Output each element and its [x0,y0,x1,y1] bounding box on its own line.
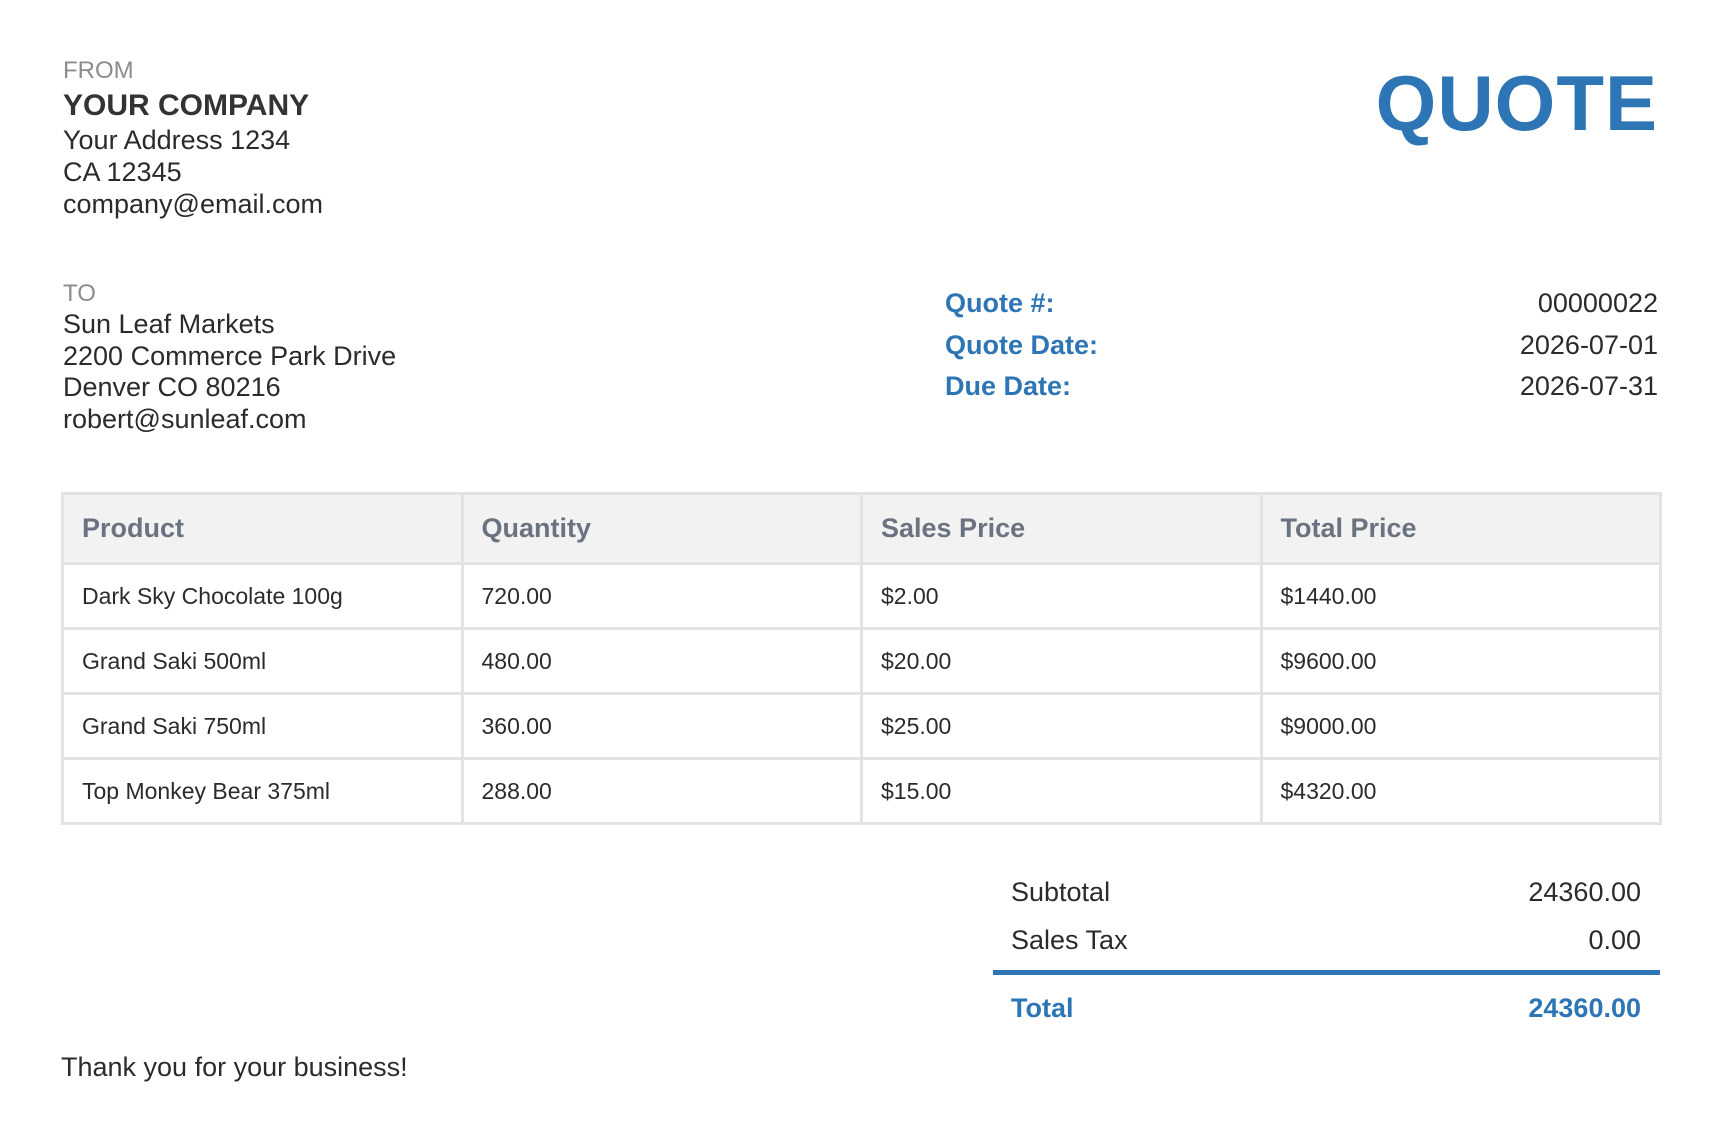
subtotal-row: Subtotal 24360.00 [993,868,1660,916]
totals-block: Subtotal 24360.00 Sales Tax 0.00 Total 2… [993,868,1660,1041]
total-label: Total [1011,992,1074,1023]
cell-quantity: 360.00 [460,692,863,760]
table-header-row: Product Quantity Sales Price Total Price [61,492,1662,565]
table-row: Dark Sky Chocolate 100g 720.00 $2.00 $14… [61,562,1662,630]
from-address-line2: CA 12345 [63,157,182,187]
line-items-table: Product Quantity Sales Price Total Price… [61,492,1662,825]
thank-you-note: Thank you for your business! [61,1052,408,1082]
table-row: Top Monkey Bear 375ml 288.00 $15.00 $432… [61,757,1662,825]
total-row: Total 24360.00 [993,975,1660,1041]
to-customer-name: Sun Leaf Markets [63,309,275,339]
from-address-line1: Your Address 1234 [63,125,291,155]
cell-total-price: $1440.00 [1259,562,1662,630]
subtotal-value: 24360.00 [1528,876,1641,907]
cell-sales-price: $25.00 [860,692,1263,760]
meta-row-quote-number: Quote #: 00000022 [945,283,1658,325]
cell-product: Grand Saki 500ml [61,627,464,695]
sales-tax-label: Sales Tax [1011,924,1128,955]
column-header-total-price: Total Price [1259,492,1662,565]
from-label: FROM [63,57,134,84]
to-address-line1: 2200 Commerce Park Drive [63,340,397,371]
meta-value: 2026-07-01 [1519,329,1658,360]
meta-value: 2026-07-31 [1519,371,1658,402]
to-label: TO [63,280,96,307]
table-row: Grand Saki 750ml 360.00 $25.00 $9000.00 [61,692,1662,760]
meta-label: Due Date: [945,371,1072,402]
from-email: company@email.com [63,189,323,219]
meta-row-due-date: Due Date: 2026-07-31 [945,366,1658,408]
meta-value: 00000022 [1537,288,1658,319]
cell-quantity: 288.00 [460,757,863,825]
meta-row-quote-date: Quote Date: 2026-07-01 [945,325,1658,367]
to-address-line2: Denver CO 80216 [63,372,281,402]
column-header-sales-price: Sales Price [860,492,1263,565]
cell-product: Grand Saki 750ml [61,692,464,760]
cell-total-price: $4320.00 [1259,757,1662,825]
to-email: robert@sunleaf.com [63,403,307,434]
quote-document: FROM YOUR COMPANY Your Address 1234 CA 1… [0,0,1719,1140]
cell-quantity: 480.00 [460,627,863,695]
cell-sales-price: $2.00 [860,562,1263,630]
from-block: FROM YOUR COMPANY Your Address 1234 CA 1… [63,56,323,220]
column-header-quantity: Quantity [460,492,863,565]
cell-quantity: 720.00 [460,562,863,630]
to-block: TO Sun Leaf Markets 2200 Commerce Park D… [63,279,396,435]
document-title: QUOTE [1375,59,1658,147]
sales-tax-value: 0.00 [1588,924,1641,955]
cell-product: Dark Sky Chocolate 100g [61,562,464,630]
cell-total-price: $9000.00 [1259,692,1662,760]
meta-label: Quote #: [945,288,1055,319]
cell-sales-price: $15.00 [860,757,1263,825]
subtotal-label: Subtotal [1011,876,1111,907]
cell-sales-price: $20.00 [860,627,1263,695]
column-header-product: Product [61,492,464,565]
sales-tax-row: Sales Tax 0.00 [993,916,1660,964]
meta-label: Quote Date: [945,329,1099,360]
cell-total-price: $9600.00 [1259,627,1662,695]
total-value: 24360.00 [1528,992,1641,1023]
cell-product: Top Monkey Bear 375ml [61,757,464,825]
from-company-name: YOUR COMPANY [63,89,310,122]
table-row: Grand Saki 500ml 480.00 $20.00 $9600.00 [61,627,1662,695]
quote-meta: Quote #: 00000022 Quote Date: 2026-07-01… [945,283,1658,408]
